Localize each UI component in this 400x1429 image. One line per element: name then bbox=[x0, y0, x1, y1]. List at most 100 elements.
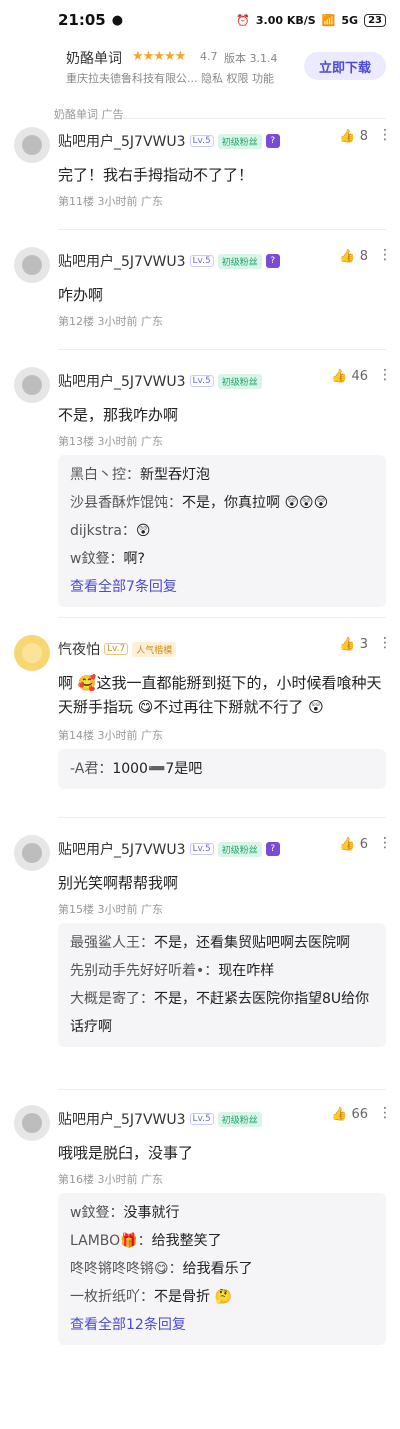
post-meta: 第16楼 3小时前 广东 bbox=[58, 1173, 163, 1186]
member-icon: ? bbox=[265, 254, 280, 268]
post-text: 啊 🥰这我一直都能掰到挺下的，小时候看喰种天天掰手指玩 😋不过再往下掰就不行了 … bbox=[58, 674, 382, 716]
status-time: 21:05 bbox=[58, 11, 106, 29]
username[interactable]: 忾夜怕 bbox=[58, 639, 100, 659]
view-all-replies-link[interactable]: 查看全部12条回复 bbox=[70, 1311, 374, 1339]
post-floor-15: 贴吧用户_5J7VWU3 Lv.5 初级粉丝 ? 👍 6 ⋮ 别光笑啊帮帮我啊 … bbox=[14, 827, 400, 1097]
username[interactable]: 贴吧用户_5J7VWU3 bbox=[58, 131, 186, 151]
fan-badge: 初级粉丝 bbox=[217, 373, 262, 389]
more-icon[interactable]: ⋮ bbox=[378, 635, 392, 651]
divider bbox=[58, 617, 386, 618]
ad-app-name: 奶酪单词 bbox=[66, 51, 122, 67]
member-icon: ? bbox=[265, 134, 280, 148]
ad-rating: 4.7 bbox=[200, 50, 218, 63]
level-badge: Lv.5 bbox=[189, 843, 214, 855]
reply-box[interactable]: 最强鲨人王：不是，还看集贸贴吧啊去医院啊 先别动手先好好听着•：现在咋样 大概是… bbox=[58, 923, 386, 1047]
fan-badge: 初级粉丝 bbox=[217, 133, 262, 149]
post-floor-16: 贴吧用户_5J7VWU3 Lv.5 初级粉丝 👍 66 ⋮ 哦哦是脱臼，没事了 … bbox=[14, 1097, 400, 1367]
more-icon[interactable]: ⋮ bbox=[378, 127, 392, 143]
level-badge: Lv.5 bbox=[189, 1113, 214, 1125]
fan-badge: 初级粉丝 bbox=[217, 841, 262, 857]
post-meta: 第13楼 3小时前 广东 bbox=[58, 435, 163, 448]
like-count: 6 bbox=[359, 837, 368, 852]
avatar[interactable] bbox=[14, 367, 50, 403]
avatar[interactable] bbox=[14, 127, 50, 163]
battery-level: 23 bbox=[364, 13, 386, 27]
avatar[interactable] bbox=[14, 1105, 50, 1141]
like-button[interactable]: 👍 66 bbox=[331, 1107, 368, 1122]
username[interactable]: 贴吧用户_5J7VWU3 bbox=[58, 1109, 186, 1129]
like-count: 3 bbox=[359, 637, 368, 652]
signal-label: 5G bbox=[341, 13, 359, 27]
fan-badge: 人气楷模 bbox=[132, 641, 177, 657]
post-meta: 第11楼 3小时前 广东 bbox=[58, 195, 163, 208]
like-count: 66 bbox=[351, 1107, 368, 1122]
post-floor-12: 贴吧用户_5J7VWU3 Lv.5 初级粉丝 ? 👍 8 ⋮ 咋办啊 第12楼 … bbox=[14, 239, 400, 359]
post-floor-14: 忾夜怕 Lv.7 人气楷模 👍 3 ⋮ 啊 🥰这我一直都能掰到挺下的，小时候看喰… bbox=[14, 627, 400, 827]
reply-item[interactable]: -A君：1000➖7是吧 bbox=[70, 755, 374, 783]
like-button[interactable]: 👍 46 bbox=[331, 369, 368, 384]
like-button[interactable]: 👍 8 bbox=[339, 249, 368, 264]
post-meta: 第15楼 3小时前 广东 bbox=[58, 903, 163, 916]
reply-item[interactable]: 沙县香酥炸馄饨：不是，你真拉啊 😲😲😲 bbox=[70, 489, 374, 517]
post-meta: 第14楼 3小时前 广东 bbox=[58, 729, 163, 742]
more-icon[interactable]: ⋮ bbox=[378, 247, 392, 263]
reply-item[interactable]: 最强鲨人王：不是，还看集贸贴吧啊去医院啊 bbox=[70, 929, 374, 957]
level-badge: Lv.5 bbox=[189, 135, 214, 147]
ad-company[interactable]: 重庆拉夫德鲁科技有限公... 隐私 权限 功能 bbox=[66, 70, 274, 86]
reply-item[interactable]: 大概是寄了：不是，不赶紧去医院你指望8U给你话疗啊 bbox=[70, 985, 374, 1041]
reply-box[interactable]: w鈫豋：没事就行 LAMBO🎁：给我整笑了 咚咚锵咚咚锵😋：给我看乐了 一枚折纸… bbox=[58, 1193, 386, 1345]
divider bbox=[58, 817, 386, 818]
view-all-replies-link[interactable]: 查看全部7条回复 bbox=[70, 573, 374, 601]
like-button[interactable]: 👍 3 bbox=[339, 637, 368, 652]
post-floor-13: 贴吧用户_5J7VWU3 Lv.5 初级粉丝 👍 46 ⋮ 不是，那我咋办啊 第… bbox=[14, 359, 400, 627]
like-count: 8 bbox=[359, 249, 368, 264]
reply-box[interactable]: -A君：1000➖7是吧 bbox=[58, 749, 386, 789]
avatar[interactable] bbox=[14, 635, 50, 671]
fan-badge: 初级粉丝 bbox=[217, 253, 262, 269]
reply-box[interactable]: 黑白丶控：新型吞灯泡 沙县香酥炸馄饨：不是，你真拉啊 😲😲😲 dijkstra：… bbox=[58, 455, 386, 607]
network-speed: 3.00 KB/S bbox=[255, 13, 316, 27]
username[interactable]: 贴吧用户_5J7VWU3 bbox=[58, 839, 186, 859]
member-icon: ? bbox=[265, 842, 280, 856]
post-text: 别光笑啊帮帮我啊 bbox=[58, 874, 179, 892]
fan-badge: 初级粉丝 bbox=[217, 1111, 262, 1127]
level-badge: Lv.5 bbox=[189, 375, 214, 387]
like-button[interactable]: 👍 6 bbox=[339, 837, 368, 852]
wechat-icon: ● bbox=[111, 12, 124, 28]
reply-item[interactable]: 黑白丶控：新型吞灯泡 bbox=[70, 461, 374, 489]
more-icon[interactable]: ⋮ bbox=[378, 367, 392, 383]
ad-version: 版本 3.1.4 bbox=[224, 52, 278, 65]
avatar[interactable] bbox=[14, 247, 50, 283]
like-count: 8 bbox=[359, 129, 368, 144]
reply-item[interactable]: LAMBO🎁：给我整笑了 bbox=[70, 1227, 374, 1255]
level-badge: Lv.7 bbox=[104, 643, 129, 655]
reply-item[interactable]: w鈫豋：没事就行 bbox=[70, 1199, 374, 1227]
post-meta: 第12楼 3小时前 广东 bbox=[58, 315, 163, 328]
alarm-icon: ⏰ bbox=[236, 13, 250, 27]
post-floor-11: 贴吧用户_5J7VWU3 Lv.5 初级粉丝 ? 👍 8 ⋮ 完了！我右手拇指动… bbox=[14, 119, 400, 239]
divider bbox=[58, 1089, 386, 1090]
post-text: 不是，那我咋办啊 bbox=[58, 406, 179, 424]
more-icon[interactable]: ⋮ bbox=[378, 835, 392, 851]
username[interactable]: 贴吧用户_5J7VWU3 bbox=[58, 371, 186, 391]
divider bbox=[58, 349, 386, 350]
avatar[interactable] bbox=[14, 835, 50, 871]
reply-item[interactable]: 咚咚锵咚咚锵😋：给我看乐了 bbox=[70, 1255, 374, 1283]
reply-item[interactable]: w鈫豋：啊? bbox=[70, 545, 374, 573]
post-text: 咋办啊 bbox=[58, 286, 104, 304]
reply-item[interactable]: dijkstra：😲 bbox=[70, 517, 374, 545]
username[interactable]: 贴吧用户_5J7VWU3 bbox=[58, 251, 186, 271]
ad-card[interactable]: 奶酪单词 ★★★★★ 4.7 版本 3.1.4 重庆拉夫德鲁科技有限公... 隐… bbox=[54, 40, 386, 121]
divider bbox=[58, 229, 386, 230]
like-button[interactable]: 👍 8 bbox=[339, 129, 368, 144]
status-bar: 21:05 ● ⏰ 3.00 KB/S 📶 5G 23 bbox=[0, 0, 400, 40]
download-button[interactable]: 立即下载 bbox=[304, 52, 386, 80]
level-badge: Lv.5 bbox=[189, 255, 214, 267]
wifi-icon: 📶 bbox=[321, 13, 336, 27]
reply-item[interactable]: 一枚折纸吖：不是骨折 🤔 bbox=[70, 1283, 374, 1311]
reply-item[interactable]: 先别动手先好好听着•：现在咋样 bbox=[70, 957, 374, 985]
post-text: 哦哦是脱臼，没事了 bbox=[58, 1144, 194, 1162]
more-icon[interactable]: ⋮ bbox=[378, 1105, 392, 1121]
like-count: 46 bbox=[351, 369, 368, 384]
star-rating-icon: ★★★★★ bbox=[132, 49, 186, 64]
